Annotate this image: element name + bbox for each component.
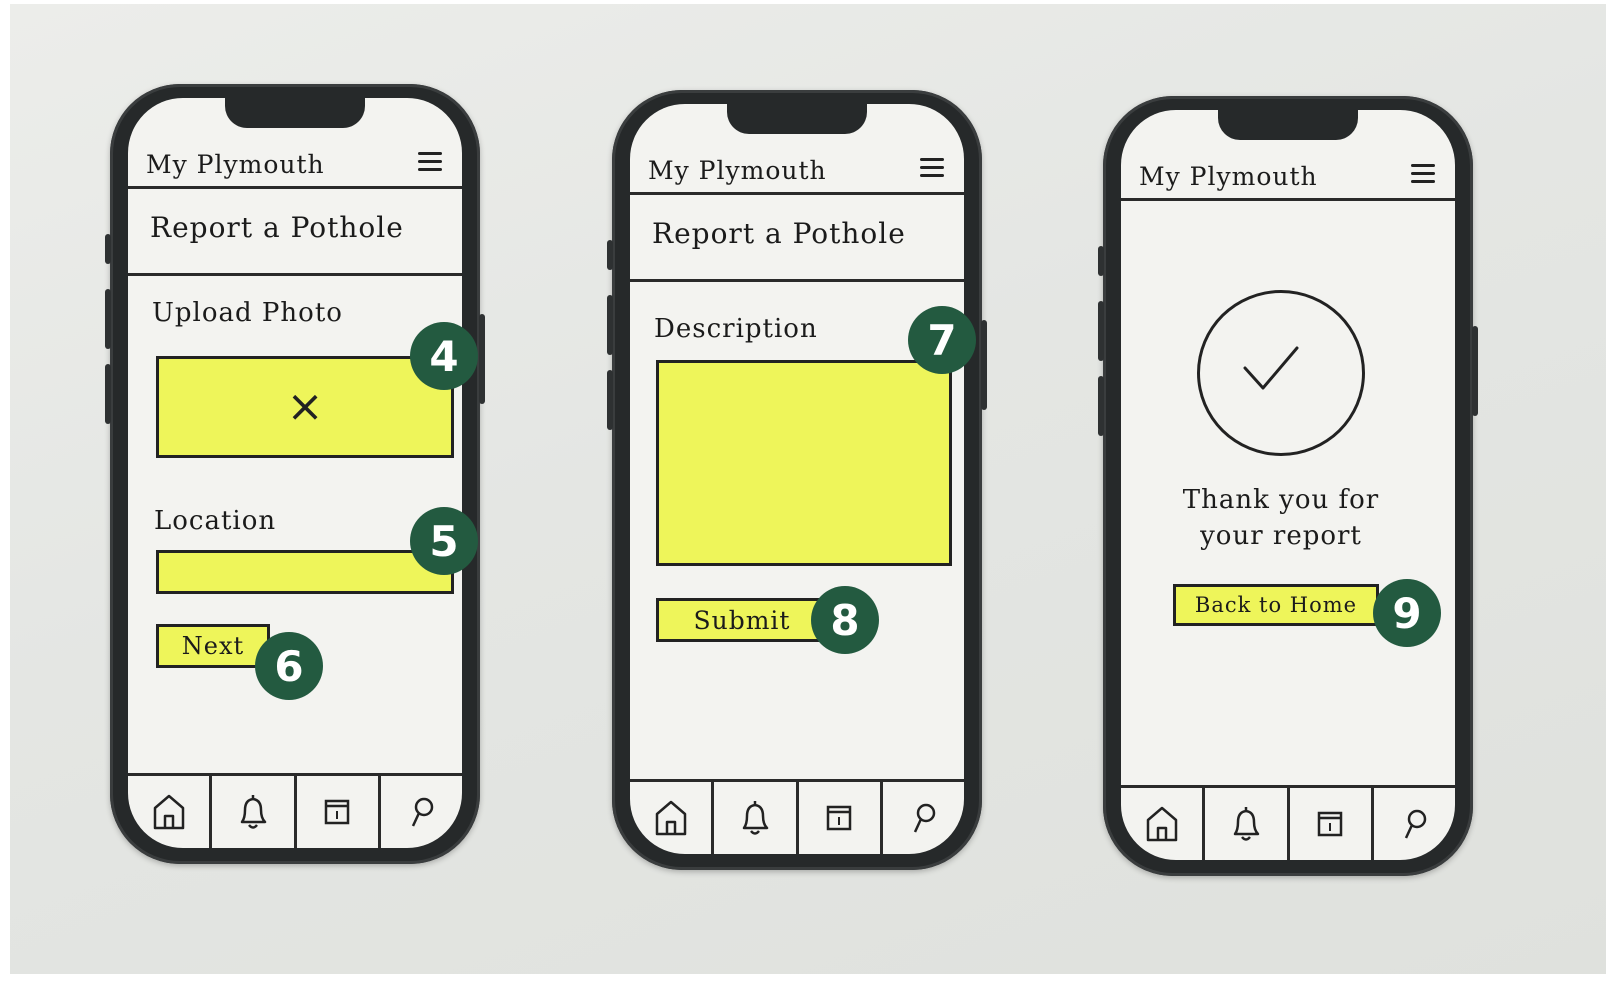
page-header: Report a Pothole <box>630 195 964 282</box>
thank-you-message: Thank you for your report <box>1141 482 1421 554</box>
phone-notch <box>727 104 867 134</box>
app-title: My Plymouth <box>648 156 827 185</box>
calendar-icon <box>324 799 350 825</box>
location-label: Location <box>154 506 277 536</box>
calendar-icon <box>1317 811 1343 837</box>
hamburger-menu-icon[interactable] <box>418 152 442 176</box>
tab-home[interactable] <box>630 782 715 854</box>
hamburger-menu-icon[interactable] <box>1411 164 1435 188</box>
tab-notifications[interactable] <box>1205 788 1290 860</box>
tab-notifications[interactable] <box>714 782 799 854</box>
page-title: Report a Pothole <box>150 211 404 244</box>
map-pin-icon <box>914 803 936 833</box>
tab-map[interactable] <box>883 782 964 854</box>
bell-icon <box>240 795 267 829</box>
upload-photo-label: Upload Photo <box>152 298 343 328</box>
phone-description-screen: My Plymouth Report a Pothole Description… <box>607 90 987 870</box>
app-title: My Plymouth <box>1139 162 1318 191</box>
app-title: My Plymouth <box>146 150 325 179</box>
home-icon <box>153 794 184 830</box>
checkmark-icon <box>1243 346 1299 390</box>
app-header: My Plymouth <box>630 152 964 195</box>
tab-home[interactable] <box>128 776 213 848</box>
tab-map[interactable] <box>381 776 462 848</box>
description-textarea[interactable] <box>656 360 952 566</box>
map-pin-icon <box>1405 809 1427 839</box>
back-to-home-button[interactable]: Back to Home <box>1173 584 1379 626</box>
phone-upload-screen: My Plymouth Report a Pothole Upload Phot… <box>105 84 485 864</box>
thank-you-line-2: your report <box>1200 521 1362 551</box>
step-badge-8: 8 <box>811 586 879 654</box>
step-badge-7: 7 <box>908 306 976 374</box>
tab-calendar[interactable] <box>799 782 883 854</box>
submit-button[interactable]: Submit <box>656 598 828 642</box>
success-circle <box>1197 290 1365 456</box>
tab-notifications[interactable] <box>212 776 297 848</box>
location-input[interactable] <box>156 550 454 594</box>
upload-photo-field[interactable]: × <box>156 356 454 458</box>
tab-home[interactable] <box>1121 788 1206 860</box>
tab-map[interactable] <box>1374 788 1455 860</box>
phone-screen: My Plymouth Report a Pothole Upload Phot… <box>128 98 462 848</box>
phone-notch <box>225 98 365 128</box>
step-badge-4: 4 <box>410 322 478 390</box>
bottom-tab-bar <box>630 779 964 854</box>
phone-notch <box>1218 110 1358 140</box>
app-header: My Plymouth <box>1121 158 1455 201</box>
phone-confirmation-screen: My Plymouth Thank you for your report Ba… <box>1098 96 1478 876</box>
home-icon <box>655 800 686 836</box>
page-title: Report a Pothole <box>652 217 906 250</box>
map-pin-icon <box>412 797 434 827</box>
phone-screen: My Plymouth Report a Pothole Description… <box>630 104 964 854</box>
home-icon <box>1146 806 1177 842</box>
next-button[interactable]: Next <box>156 624 270 668</box>
step-badge-6: 6 <box>255 632 323 700</box>
bell-icon <box>742 801 769 835</box>
tab-calendar[interactable] <box>1290 788 1374 860</box>
bell-icon <box>1233 807 1260 841</box>
bottom-tab-bar <box>128 773 462 848</box>
hamburger-menu-icon[interactable] <box>920 158 944 182</box>
app-header: My Plymouth <box>128 146 462 189</box>
page-header: Report a Pothole <box>128 189 462 276</box>
phone-screen: My Plymouth Thank you for your report Ba… <box>1121 110 1455 860</box>
calendar-icon <box>826 805 852 831</box>
bottom-tab-bar <box>1121 785 1455 860</box>
thank-you-line-1: Thank you for <box>1182 485 1380 515</box>
tab-calendar[interactable] <box>297 776 381 848</box>
x-placeholder-icon: × <box>286 381 324 432</box>
step-badge-9: 9 <box>1373 579 1441 647</box>
step-badge-5: 5 <box>410 507 478 575</box>
description-label: Description <box>654 314 818 344</box>
